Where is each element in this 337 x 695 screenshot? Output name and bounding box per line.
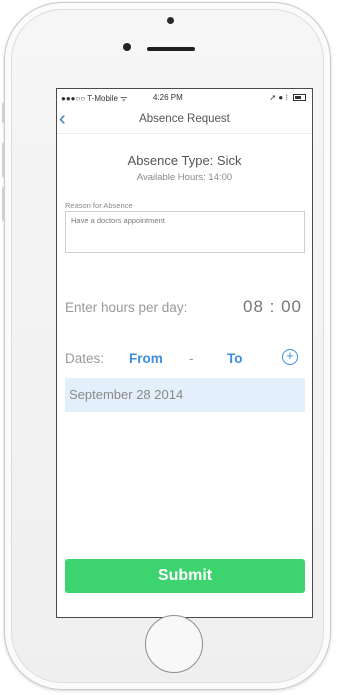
absence-type-heading: Absence Type: Sick xyxy=(127,153,242,168)
home-button[interactable] xyxy=(145,615,203,673)
date-separator: - xyxy=(189,351,194,366)
front-camera-icon xyxy=(167,17,174,24)
mute-switch xyxy=(2,103,5,123)
app-screen: ●●●○○ T-Mobile ᯤ 4:26 PM ➚ ● ⁝ ‹ Absence… xyxy=(56,88,313,618)
reason-label: Reason for Absence xyxy=(65,201,133,210)
submit-button[interactable]: Submit xyxy=(65,559,305,593)
hours-per-day-picker[interactable]: 08 : 00 xyxy=(243,297,302,317)
page-title: Absence Request xyxy=(139,113,230,125)
to-date-button[interactable]: To xyxy=(227,351,243,366)
plus-circle-icon[interactable]: + xyxy=(282,349,298,365)
battery-icon xyxy=(293,94,306,101)
camera-icon xyxy=(123,43,131,51)
speaker-grille xyxy=(147,47,195,51)
volume-up-button xyxy=(2,143,5,177)
volume-down-button xyxy=(2,187,5,221)
reason-textarea[interactable]: Have a doctors appointment xyxy=(65,211,305,253)
dates-label: Dates: xyxy=(65,351,105,366)
status-icons: ➚ ● ⁝ xyxy=(269,93,288,102)
status-bar: ●●●○○ T-Mobile ᯤ 4:26 PM ➚ ● ⁝ xyxy=(57,89,312,107)
hours-per-day-label: Enter hours per day: xyxy=(65,300,188,315)
selected-date-row[interactable]: September 28 2014 xyxy=(65,378,305,412)
status-time: 4:26 PM xyxy=(153,93,183,102)
nav-bar: ‹ Absence Request xyxy=(57,107,312,134)
from-date-button[interactable]: From xyxy=(129,351,163,366)
phone-frame: ●●●○○ T-Mobile ᯤ 4:26 PM ➚ ● ⁝ ‹ Absence… xyxy=(2,2,331,690)
carrier-text: ●●●○○ T-Mobile ᯤ xyxy=(61,94,128,103)
available-hours: Available Hours: 14:00 xyxy=(136,172,233,183)
